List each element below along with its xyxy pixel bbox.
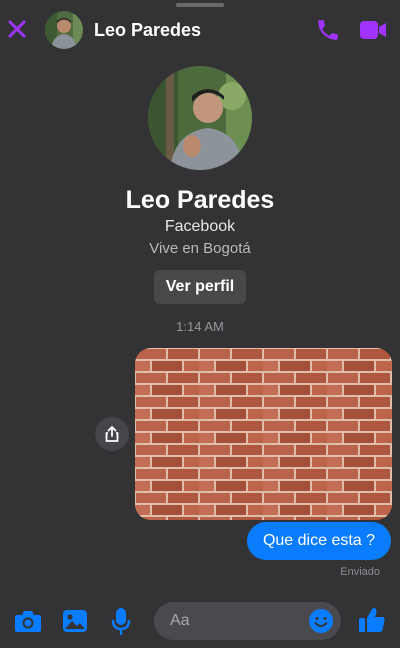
emoji-button[interactable]: [308, 608, 334, 634]
thumbs-up-icon: [359, 608, 385, 632]
profile-name: Leo Paredes: [125, 186, 275, 214]
video-camera-icon: [360, 21, 386, 39]
microphone-icon: [111, 608, 131, 635]
image-message[interactable]: [135, 348, 392, 520]
phone-icon: [318, 20, 338, 40]
video-call-button[interactable]: [359, 18, 387, 42]
microphone-button[interactable]: [111, 607, 131, 637]
profile-location: Vive en Bogotá: [149, 240, 251, 257]
message-status: Enviado: [340, 566, 380, 578]
emoji-icon: [309, 609, 333, 633]
view-profile-button[interactable]: Ver perfil: [154, 270, 246, 304]
call-button[interactable]: [315, 17, 341, 43]
contact-name[interactable]: Leo Paredes: [94, 20, 201, 41]
sent-message-bubble[interactable]: Que dice esta ?: [247, 522, 391, 560]
close-icon: [8, 20, 26, 38]
profile-source: Facebook: [164, 218, 236, 235]
profile-photo[interactable]: [148, 66, 252, 170]
gallery-icon: [63, 610, 87, 632]
close-button[interactable]: [6, 18, 28, 40]
header-avatar[interactable]: [45, 11, 83, 49]
brick-wall-image: [135, 348, 392, 520]
chat-header: Leo Paredes: [0, 8, 400, 52]
like-button[interactable]: [358, 606, 386, 634]
share-button[interactable]: [95, 417, 129, 451]
message-timestamp: 1:14 AM: [176, 319, 224, 334]
gallery-button[interactable]: [61, 608, 89, 634]
camera-icon: [15, 611, 41, 632]
message-input-placeholder: Aa: [170, 612, 190, 629]
composer-bar: Aa: [0, 598, 400, 644]
camera-button[interactable]: [14, 608, 42, 634]
share-icon: [105, 426, 119, 442]
sheet-grabber[interactable]: [176, 3, 224, 7]
